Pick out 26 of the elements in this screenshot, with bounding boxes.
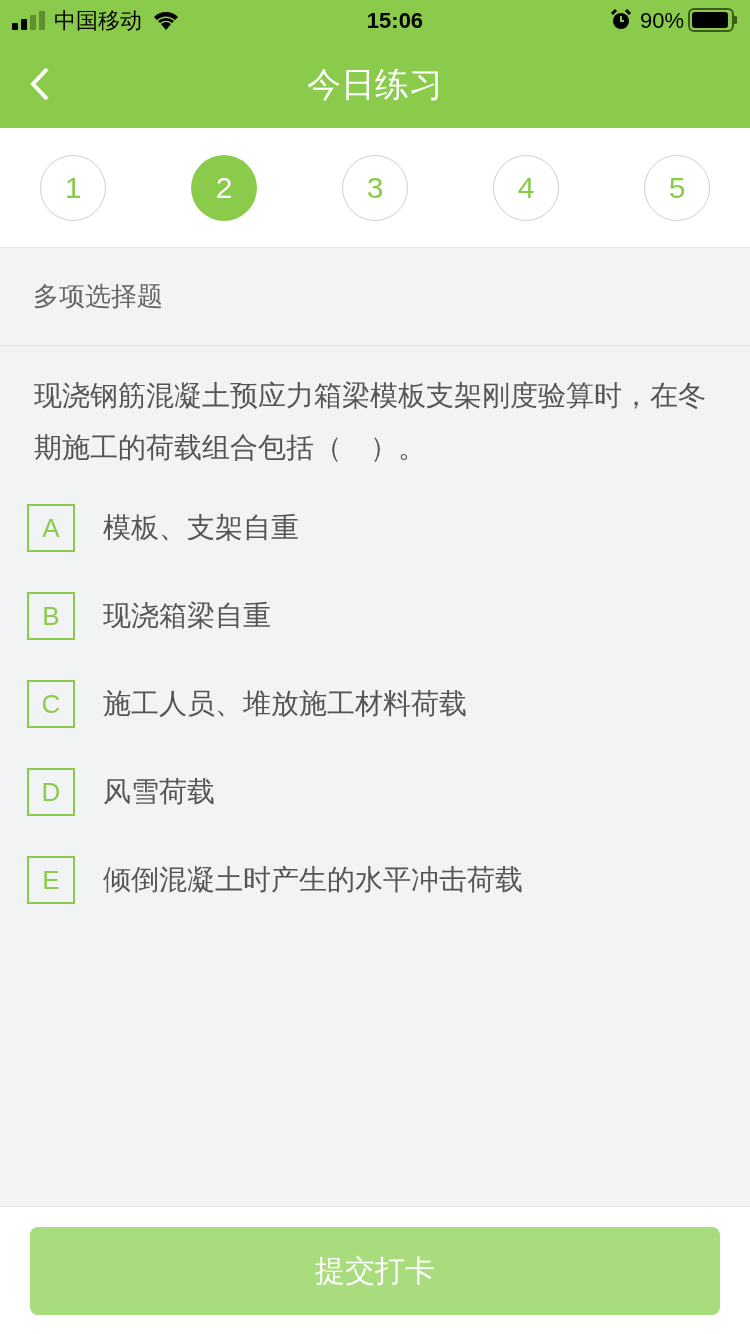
- option-text[interactable]: 施工人员、堆放施工材料荷载: [103, 683, 467, 725]
- option-text[interactable]: 模板、支架自重: [103, 507, 299, 549]
- option-letter-box[interactable]: C: [27, 680, 75, 728]
- option-text[interactable]: 倾倒混凝土时产生的水平冲击荷载: [103, 859, 523, 901]
- question-number-tab[interactable]: 5: [644, 154, 710, 221]
- question-number-tab[interactable]: 3: [342, 154, 408, 221]
- option-letter-box[interactable]: E: [27, 856, 75, 904]
- clock-text: 15:06: [366, 6, 424, 35]
- signal-icon: [12, 10, 46, 30]
- wifi-icon: [152, 10, 180, 30]
- page-title: 今日练习: [307, 63, 443, 105]
- option-letter-box[interactable]: A: [27, 504, 75, 552]
- question-number-tab[interactable]: 2: [191, 154, 257, 221]
- battery-icon: [688, 8, 738, 32]
- question-text: 现浇钢筋混凝土预应力箱梁模板支架刚度验算时，在冬期施工的荷载组合包括（ ）。: [34, 379, 707, 465]
- battery-text: 90%: [639, 6, 684, 35]
- option-text[interactable]: 现浇箱梁自重: [103, 595, 271, 637]
- question-number-tab[interactable]: 1: [40, 154, 106, 221]
- option-letter-box[interactable]: D: [27, 768, 75, 816]
- carrier-text: 中国移动: [54, 6, 142, 35]
- question-number-tab[interactable]: 4: [493, 154, 559, 221]
- back-icon[interactable]: [30, 67, 50, 101]
- alarm-icon: [609, 9, 632, 31]
- question-type: 多项选择题: [33, 280, 163, 313]
- option-text[interactable]: 风雪荷载: [103, 771, 215, 813]
- option-letter-box[interactable]: B: [27, 592, 75, 640]
